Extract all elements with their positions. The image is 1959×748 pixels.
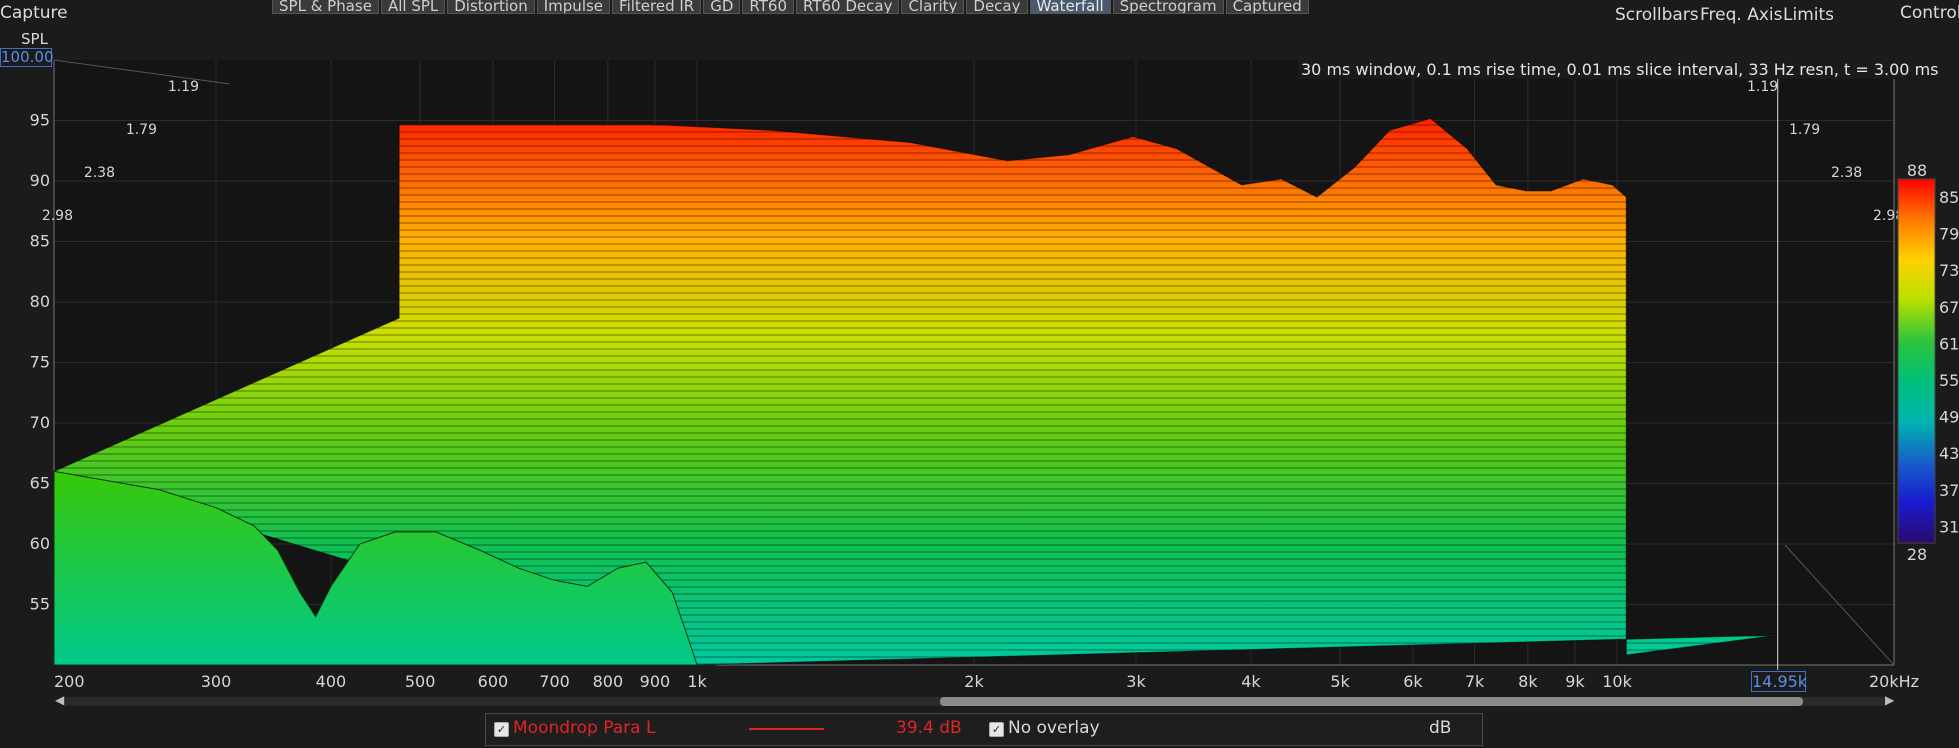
colorbar-bar	[1897, 178, 1936, 544]
colorbar-tick-label: 73	[1939, 261, 1959, 280]
legend-series-name[interactable]: Moondrop Para L	[513, 718, 655, 738]
time-tick-label-left: 2.98	[42, 208, 73, 224]
x-tick-label: 9k	[1565, 672, 1585, 691]
colorbar: 88 85 79 73 67 61 55 49 43 37 31 28	[1897, 161, 1959, 564]
x-tick-label: 300	[201, 672, 232, 691]
x-tick-label: 700	[539, 672, 570, 691]
x-tick-label: 600	[478, 672, 509, 691]
x-axis-ticks: 200 300 400 500 600 700 800 900 1k 2k 3k 4k 5k 6k 7k 8k…	[54, 672, 1919, 691]
colorbar-tick-label: 49	[1939, 408, 1959, 427]
overlay-label[interactable]: No overlay	[1008, 718, 1100, 738]
x-tick-label: 6k	[1403, 672, 1423, 691]
legend-unit: dB	[1429, 718, 1452, 738]
time-tick-label-left: 2.38	[84, 165, 115, 181]
colorbar-min-label: 28	[1907, 545, 1927, 564]
colorbar-tick-label: 31	[1939, 517, 1959, 536]
time-tick-label-left: 1.19	[168, 79, 199, 95]
series-checkbox[interactable]: ✓	[494, 722, 509, 737]
y-tick-label: 90	[30, 171, 50, 190]
time-tick-label-right: 2.38	[1831, 165, 1862, 181]
x-tick-label: 20kHz	[1869, 672, 1919, 691]
x-tick-label: 1k	[687, 672, 707, 691]
colorbar-tick-label: 43	[1939, 444, 1959, 463]
scrollbar-thumb[interactable]	[940, 697, 1803, 706]
y-tick-label: 80	[30, 292, 50, 311]
colorbar-tick-label: 79	[1939, 225, 1959, 244]
x-tick-label: 5k	[1330, 672, 1350, 691]
y-tick-label: 60	[30, 534, 50, 553]
x-tick-label: 10k	[1602, 672, 1632, 691]
legend-series-line	[749, 728, 824, 730]
waterfall-plot[interactable]: 200 300 400 500 600 700 800 900 1k 2k 3k 4k 5k 6k 7k 8k…	[0, 0, 1959, 748]
y-tick-label: 75	[30, 353, 50, 372]
x-tick-label: 400	[316, 672, 347, 691]
scroll-right-arrow-icon[interactable]: ▶	[1885, 693, 1894, 707]
colorbar-tick-label: 85	[1939, 188, 1959, 207]
waterfall-info-text: 30 ms window, 0.1 ms rise time, 0.01 ms …	[1298, 60, 1942, 79]
time-tick-label-right: 1.79	[1789, 122, 1820, 138]
y-tick-label: 55	[30, 595, 50, 614]
cursor-frequency-readout[interactable]: 14.95k	[1751, 671, 1807, 692]
colorbar-tick-label: 55	[1939, 371, 1959, 390]
legend-panel: ✓ Moondrop Para L 39.4 dB ✓ No overlay d…	[485, 713, 1483, 746]
y-tick-label: 85	[30, 232, 50, 251]
x-tick-label: 3k	[1126, 672, 1146, 691]
y-top-value-box[interactable]: 100.00	[0, 48, 54, 67]
scroll-left-arrow-icon[interactable]: ◀	[55, 693, 64, 707]
time-tick-label-left: 1.79	[126, 122, 157, 138]
colorbar-tick-label: 37	[1939, 481, 1959, 500]
y-tick-label: 95	[30, 111, 50, 130]
x-tick-label: 7k	[1465, 672, 1485, 691]
x-tick-label: 500	[405, 672, 436, 691]
time-tick-label-right: 1.19	[1747, 79, 1778, 95]
legend-series-value: 39.4 dB	[896, 718, 962, 738]
x-tick-label: 200	[54, 672, 85, 691]
overlay-checkbox[interactable]: ✓	[989, 722, 1004, 737]
y-axis-ticks: 55 60 65 70 75 80 85 90 95	[30, 111, 50, 614]
y-axis-label: SPL	[21, 30, 48, 48]
colorbar-tick-label: 61	[1939, 334, 1959, 353]
x-tick-label: 800	[593, 672, 624, 691]
colorbar-max-label: 88	[1907, 161, 1927, 180]
x-tick-label: 8k	[1518, 672, 1538, 691]
colorbar-tick-label: 67	[1939, 298, 1959, 317]
x-tick-label: 4k	[1241, 672, 1261, 691]
y-tick-label: 70	[30, 413, 50, 432]
y-tick-label: 65	[30, 474, 50, 493]
x-tick-label: 900	[640, 672, 671, 691]
x-tick-label: 2k	[964, 672, 984, 691]
